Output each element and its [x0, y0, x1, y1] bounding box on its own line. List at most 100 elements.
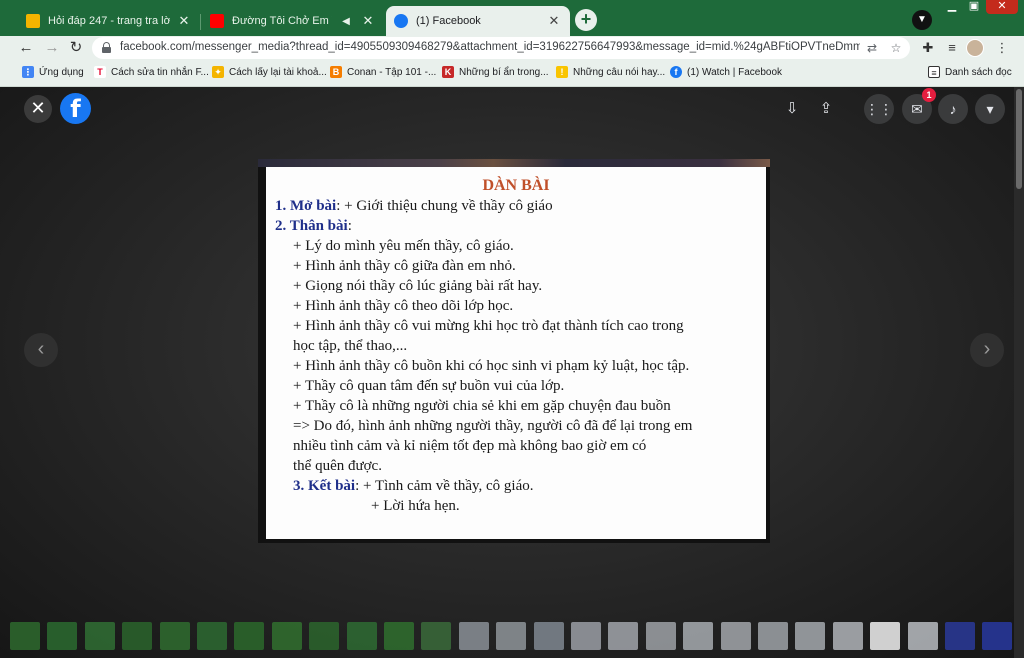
forward-icon[interactable]: →: [42, 38, 62, 58]
tab-search-icon[interactable]: ▼: [912, 10, 932, 30]
photo-thumbnail[interactable]: [271, 622, 302, 650]
photo-thumbnail[interactable]: [47, 622, 78, 650]
tab-strip: Hỏi đáp 247 - trang tra lời ✕ Đường Tôi …: [0, 0, 1024, 36]
hoidap-favicon-icon: [26, 14, 40, 28]
photo-thumbnail[interactable]: [197, 622, 227, 650]
photo-thumbnail[interactable]: [870, 622, 901, 650]
reload-icon[interactable]: ↻: [66, 38, 86, 58]
media-viewer: ✕ f ⇩ ⇪ ⋮⋮ ✉ 1 ♪ ▾ ‹ › DÀN BÀI 1. Mở bài…: [0, 87, 1024, 658]
photo-thumbnail[interactable]: [571, 622, 601, 650]
photo-thumbnail[interactable]: [421, 622, 452, 650]
outline-line: + Lời hứa hẹn.: [371, 498, 460, 514]
reading-list-button[interactable]: ≡ Danh sách đọc: [928, 66, 1012, 78]
run-icon: ✦: [212, 66, 224, 78]
menu-kebab-icon[interactable]: ⋮: [992, 38, 1012, 58]
outline-line: 3. Kết bài: + Tình cảm về thầy, cô giáo.: [293, 478, 534, 494]
photo-thumbnail[interactable]: [795, 622, 826, 650]
bookmark-label: Ứng dụng: [39, 66, 84, 78]
bookmark-item[interactable]: ✦ Cách lấy lại tài khoả...: [212, 66, 327, 78]
photo-thumbnail[interactable]: [122, 622, 153, 650]
lock-icon[interactable]: [102, 42, 111, 53]
outline-line: + Hình ảnh thầy cô theo dõi lớp học.: [293, 298, 514, 314]
tab-close-icon[interactable]: ✕: [546, 13, 562, 29]
bookmark-star-icon[interactable]: ☆: [888, 40, 904, 56]
menu-grid-icon[interactable]: ⋮⋮: [864, 94, 894, 124]
url-text[interactable]: facebook.com/messenger_media?thread_id=4…: [120, 41, 860, 53]
previous-photo-arrow-icon[interactable]: ‹: [24, 333, 58, 367]
outline-line: + Hình ảnh thầy cô buồn khi có học sinh …: [293, 358, 690, 374]
tab-facebook[interactable]: (1) Facebook ✕: [386, 6, 570, 36]
new-tab-button[interactable]: +: [575, 9, 597, 31]
restore-icon[interactable]: ▣: [964, 0, 984, 14]
notification-badge: 1: [922, 88, 936, 102]
next-photo-arrow-icon[interactable]: ›: [970, 333, 1004, 367]
tab-title: Đường Tôi Chở Em Về (Lofi V: [232, 15, 332, 27]
apps-grid-icon: ⋮: [22, 66, 34, 78]
photo-thumbnail[interactable]: [945, 622, 975, 650]
photo-thumbnail[interactable]: [10, 622, 40, 650]
outline-line: thể quên được.: [293, 458, 382, 474]
vertical-scrollbar[interactable]: [1014, 87, 1024, 658]
photo-thumbnail[interactable]: [907, 622, 938, 650]
photo-thumbnail[interactable]: [234, 622, 265, 650]
bookmark-item[interactable]: ! Những câu nói hay...: [556, 66, 665, 78]
account-dropdown-icon[interactable]: ▾: [975, 94, 1005, 124]
attachment-photo: DÀN BÀI 1. Mở bài: + Giới thiệu chung về…: [258, 159, 770, 543]
tab-close-icon[interactable]: ✕: [176, 13, 192, 29]
translate-icon[interactable]: ⇄: [864, 40, 880, 56]
photo-thumbnail[interactable]: [683, 622, 714, 650]
outline-line: + Thầy cô là những người chia sẻ khi em …: [293, 398, 671, 414]
facebook-logo-icon[interactable]: f: [60, 93, 91, 124]
photo-thumbnail[interactable]: [309, 622, 340, 650]
photo-thumbnail[interactable]: [645, 622, 676, 650]
share-icon[interactable]: ⇪: [812, 95, 840, 123]
outline-line: + Lý do mình yêu mến thầy, cô giáo.: [293, 238, 514, 254]
photo-thumbnail[interactable]: [720, 622, 751, 650]
photo-thumbnail[interactable]: [982, 622, 1013, 650]
extensions-puzzle-icon[interactable]: ✚: [918, 38, 938, 58]
photo-thumbnail[interactable]: [458, 622, 489, 650]
scrollbar-thumb[interactable]: [1016, 89, 1022, 189]
download-icon[interactable]: ⇩: [778, 95, 806, 123]
T-icon: T: [94, 66, 106, 78]
tab-hoidap247[interactable]: Hỏi đáp 247 - trang tra lời ✕: [18, 6, 200, 36]
photo-thumbnail[interactable]: [384, 622, 414, 650]
photo-thumbnail[interactable]: [533, 622, 564, 650]
facebook-icon: f: [670, 66, 682, 78]
window-close-icon[interactable]: ✕: [986, 0, 1018, 14]
bookmark-item[interactable]: K Những bí ẩn trong...: [442, 66, 549, 78]
bookmark-item[interactable]: T Cách sửa tin nhắn F...: [94, 66, 209, 78]
bookmark-item[interactable]: f (1) Watch | Facebook: [670, 66, 782, 78]
photo-thumbnail[interactable]: [608, 622, 639, 650]
tab-youtube[interactable]: Đường Tôi Chở Em Về (Lofi V ◀ ✕: [202, 6, 384, 36]
photo-thumbnail[interactable]: [832, 622, 863, 650]
back-icon[interactable]: ←: [16, 38, 36, 58]
tab-title: Hỏi đáp 247 - trang tra lời: [48, 15, 170, 27]
close-viewer-button[interactable]: ✕: [24, 95, 52, 123]
photo-thumbnail[interactable]: [159, 622, 190, 650]
outline-line: + Giọng nói thầy cô lúc giảng bài rất ha…: [293, 278, 543, 294]
outline-line: + Hình ảnh thầy cô giữa đàn em nhỏ.: [293, 258, 516, 274]
photo-thumbnail[interactable]: [84, 622, 115, 650]
photo-top-strip: [258, 159, 770, 167]
bookmark-item[interactable]: ⋮ Ứng dụng: [22, 66, 84, 78]
outline-line: học tập, thể thao,...: [293, 338, 408, 354]
bookmarks-bar: ⋮ Ứng dụng T Cách sửa tin nhắn F... ✦ Cá…: [0, 60, 1024, 87]
bookmark-yellow-icon: !: [556, 66, 568, 78]
notifications-bell-icon[interactable]: ♪: [938, 94, 968, 124]
photo-thumbnail[interactable]: [496, 622, 527, 650]
profile-avatar[interactable]: [966, 39, 984, 57]
media-control-icon[interactable]: ≡: [942, 38, 962, 58]
outline-line: + Thầy cô quan tâm đến sự buồn vui của l…: [293, 378, 565, 394]
speaker-icon[interactable]: ◀: [338, 16, 354, 27]
address-bar[interactable]: facebook.com/messenger_media?thread_id=4…: [92, 37, 910, 59]
photo-thumbnail[interactable]: [758, 622, 788, 650]
outline-line: 2. Thân bài:: [275, 218, 352, 234]
toolbar: ← → ↻ facebook.com/messenger_media?threa…: [0, 36, 1024, 60]
bookmark-label: Cách sửa tin nhắn F...: [111, 66, 209, 78]
bookmark-label: (1) Watch | Facebook: [687, 66, 783, 78]
minimize-icon[interactable]: ▁: [942, 0, 962, 14]
tab-close-icon[interactable]: ✕: [360, 13, 376, 29]
photo-thumbnail[interactable]: [346, 622, 377, 650]
bookmark-item[interactable]: B Conan - Tập 101 -...: [330, 66, 436, 78]
